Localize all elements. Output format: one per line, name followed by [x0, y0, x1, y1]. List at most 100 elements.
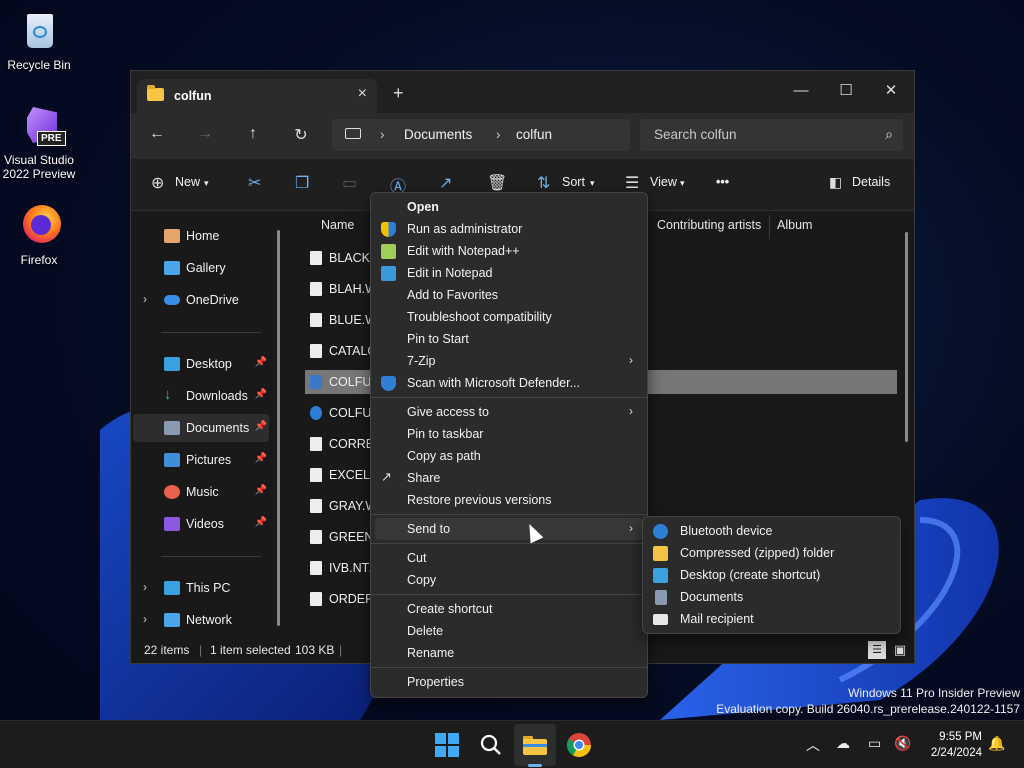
menu-item-copy-as-path[interactable]: Copy as path	[375, 445, 643, 467]
more-options-button[interactable]: •••	[716, 175, 729, 189]
sidebar-item-downloads[interactable]: ↓ Downloads 📌	[133, 382, 269, 410]
menu-item-open[interactable]: Open	[375, 196, 643, 218]
divider	[371, 594, 647, 595]
chevron-up-icon[interactable]: ︿	[806, 735, 820, 755]
menu-item-run-as-administrator[interactable]: Run as administrator	[375, 218, 643, 240]
desktop-icon-recycle-bin[interactable]: Recycle Bin	[0, 10, 78, 72]
sidebar-item-home[interactable]: Home	[133, 222, 269, 250]
paste-icon[interactable]: ▭	[342, 173, 357, 193]
up-arrow-icon[interactable]: ↑	[241, 125, 265, 147]
file-explorer-taskbar-button[interactable]	[520, 730, 550, 760]
menu-item-pin-to-taskbar[interactable]: Pin to taskbar	[375, 423, 643, 445]
menu-item-troubleshoot-compatibility[interactable]: Troubleshoot compatibility	[375, 306, 643, 328]
sidebar-item-music[interactable]: Music 📌	[133, 478, 269, 506]
shield-icon	[381, 222, 396, 237]
search-input[interactable]: Search colfun ⌕	[640, 119, 903, 151]
notification-bell-icon[interactable]: 🔔	[988, 735, 1005, 752]
zip-folder-icon	[653, 546, 668, 561]
details-button[interactable]: Details	[852, 175, 890, 189]
network-icon[interactable]: ▭	[868, 735, 881, 752]
sidebar-item-network[interactable]: › Network	[133, 606, 269, 634]
desktop-icon-visual-studio[interactable]: PRE Visual Studio 2022 Preview	[0, 105, 78, 181]
new-tab-button[interactable]: +	[393, 83, 404, 104]
pin-icon[interactable]: 📌	[255, 517, 267, 528]
desktop-icon-firefox[interactable]: Firefox	[0, 205, 78, 267]
menu-item-label: Mail recipient	[680, 612, 754, 626]
share-icon[interactable]: ↗	[439, 173, 452, 193]
new-button[interactable]: New	[175, 175, 200, 189]
sidebar-scrollbar[interactable]	[277, 230, 280, 626]
send-to-documents[interactable]: Documents	[647, 586, 896, 608]
sidebar-item-onedrive[interactable]: › OneDrive	[133, 286, 269, 314]
active-indicator	[528, 764, 542, 767]
close-tab-icon[interactable]: ×	[358, 85, 367, 103]
pin-icon[interactable]: 📌	[255, 485, 267, 496]
details-view-icon[interactable]: ☰	[868, 641, 886, 659]
cut-icon[interactable]: ✂	[248, 173, 261, 193]
back-arrow-icon[interactable]: ←	[145, 125, 169, 147]
file-list-scrollbar[interactable]	[905, 232, 908, 442]
menu-item-properties[interactable]: Properties	[375, 671, 643, 693]
menu-item-edit-with-notepadpp[interactable]: Edit with Notepad++	[375, 240, 643, 262]
send-to-compressed-folder[interactable]: Compressed (zipped) folder	[647, 542, 896, 564]
column-header-album[interactable]: Album	[777, 218, 812, 232]
menu-item-rename[interactable]: Rename	[375, 642, 643, 664]
close-button[interactable]: ✕	[868, 77, 914, 107]
menu-item-create-shortcut[interactable]: Create shortcut	[375, 598, 643, 620]
menu-item-pin-to-start[interactable]: Pin to Start	[375, 328, 643, 350]
chevron-right-icon[interactable]: ›	[143, 580, 147, 594]
sidebar-item-documents[interactable]: Documents 📌	[133, 414, 269, 442]
column-header-contributing-artists[interactable]: Contributing artists	[657, 218, 761, 232]
breadcrumb-documents[interactable]: Documents	[404, 127, 472, 142]
start-button[interactable]	[432, 730, 462, 760]
menu-item-delete[interactable]: Delete	[375, 620, 643, 642]
sidebar-item-desktop[interactable]: Desktop 📌	[133, 350, 269, 378]
search-placeholder: Search colfun	[654, 127, 737, 142]
forward-arrow-icon[interactable]: →	[193, 125, 217, 147]
send-to-mail-recipient[interactable]: Mail recipient	[647, 608, 896, 630]
view-button[interactable]: View	[650, 175, 677, 189]
sidebar-item-pictures[interactable]: Pictures 📌	[133, 446, 269, 474]
pin-icon[interactable]: 📌	[255, 421, 267, 432]
delete-icon[interactable]: 🗑	[487, 173, 507, 193]
clock-time: 9:55 PM	[939, 731, 982, 743]
volume-muted-icon[interactable]: 🔇	[894, 735, 911, 752]
pin-icon[interactable]: 📌	[255, 389, 267, 400]
cloud-offline-icon[interactable]: ☁	[836, 735, 850, 752]
sidebar-item-videos[interactable]: Videos 📌	[133, 510, 269, 538]
chevron-right-icon[interactable]: ›	[143, 292, 147, 306]
address-bar[interactable]: › Documents › colfun	[332, 119, 630, 151]
refresh-icon[interactable]: ↻	[289, 125, 313, 147]
gallery-icon	[164, 261, 180, 275]
menu-item-edit-in-notepad[interactable]: Edit in Notepad	[375, 262, 643, 284]
sidebar-item-gallery[interactable]: Gallery	[133, 254, 269, 282]
pin-icon[interactable]: 📌	[255, 453, 267, 464]
search-button[interactable]	[476, 730, 506, 760]
chevron-right-icon[interactable]: ›	[143, 612, 147, 626]
minimize-button[interactable]: —	[778, 77, 824, 107]
menu-item-restore-previous-versions[interactable]: Restore previous versions	[375, 489, 643, 511]
tab-colfun[interactable]: colfun ×	[137, 79, 377, 113]
system-clock[interactable]: 9:55 PM 2/24/2024	[931, 729, 982, 761]
menu-item-send-to[interactable]: Send to ›	[375, 518, 643, 540]
menu-item-scan-with-defender[interactable]: Scan with Microsoft Defender...	[375, 372, 643, 394]
breadcrumb-colfun[interactable]: colfun	[516, 127, 552, 142]
tiles-view-icon[interactable]: ▣	[891, 641, 909, 659]
maximize-button[interactable]: ☐	[823, 77, 869, 107]
chrome-taskbar-button[interactable]	[564, 730, 594, 760]
sidebar-item-label: Network	[186, 613, 232, 627]
sidebar-item-this-pc[interactable]: › This PC	[133, 574, 269, 602]
menu-item-add-to-favorites[interactable]: Add to Favorites	[375, 284, 643, 306]
sidebar-item-label: Videos	[186, 517, 224, 531]
pin-icon[interactable]: 📌	[255, 357, 267, 368]
column-header-name[interactable]: Name	[321, 218, 354, 232]
menu-item-give-access-to[interactable]: Give access to ›	[375, 401, 643, 423]
menu-item-copy[interactable]: Copy	[375, 569, 643, 591]
copy-icon[interactable]: ❐	[295, 173, 309, 193]
menu-item-share[interactable]: ↗ Share	[375, 467, 643, 489]
menu-item-cut[interactable]: Cut	[375, 547, 643, 569]
sort-button[interactable]: Sort	[562, 175, 585, 189]
menu-item-7-zip[interactable]: 7-Zip ›	[375, 350, 643, 372]
send-to-bluetooth-device[interactable]: Bluetooth device	[647, 520, 896, 542]
send-to-desktop-shortcut[interactable]: Desktop (create shortcut)	[647, 564, 896, 586]
